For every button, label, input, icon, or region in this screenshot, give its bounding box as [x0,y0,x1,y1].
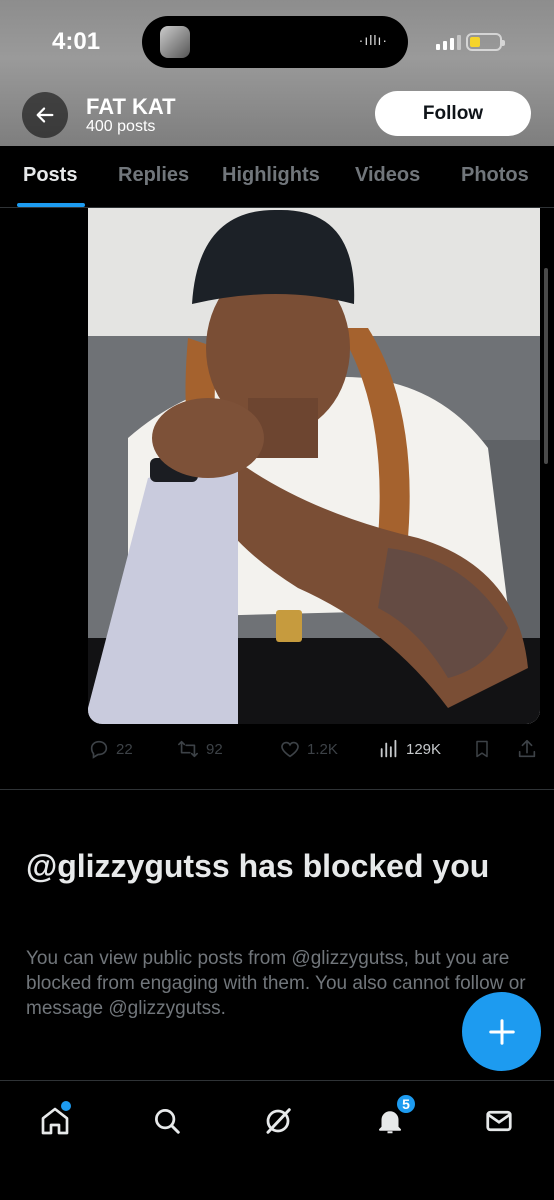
share-button[interactable] [516,738,538,760]
repost-button[interactable]: 92 [176,738,223,760]
back-button[interactable] [22,92,68,138]
tab-photos[interactable]: Photos [461,164,529,187]
divider [0,789,554,790]
reply-button[interactable]: 22 [88,738,133,760]
compose-button[interactable] [462,992,541,1071]
active-tab-indicator [17,203,85,207]
blocked-title: @glizzygutss has blocked you [26,848,490,884]
notifications-badge: 5 [395,1093,417,1115]
tab-highlights[interactable]: Highlights [222,164,320,187]
now-playing-thumbnail [160,26,190,58]
reply-icon [90,740,108,759]
scrollbar[interactable] [544,268,548,464]
home-notification-dot [61,1101,71,1111]
audio-wave-icon: ·ıllı· [358,32,388,48]
profile-tabs: Posts Replies Highlights Videos Photos [0,146,554,208]
blocked-message: You can view public posts from @glizzygu… [26,948,526,1019]
repost-count: 92 [206,740,223,758]
tab-videos[interactable]: Videos [355,164,420,187]
reply-count: 22 [116,740,133,758]
bookmark-icon [476,740,488,758]
share-icon [518,739,536,758]
plus-icon [488,1018,515,1045]
nav-messages[interactable] [479,1101,519,1141]
nav-home[interactable] [35,1101,75,1141]
bookmark-button[interactable] [472,738,492,760]
arrow-left-icon [36,107,54,123]
like-button[interactable]: 1.2K [279,738,338,760]
post-count: 400 posts [86,118,156,135]
status-time: 4:01 [52,28,101,55]
mail-icon [486,1110,512,1132]
nav-search[interactable] [147,1101,187,1141]
like-count: 1.2K [307,740,338,758]
profile-name: FAT KAT [86,94,176,119]
view-count: 129K [406,740,442,758]
tab-replies[interactable]: Replies [118,164,189,187]
cellular-signal-icon [436,34,461,50]
heart-icon [281,741,299,758]
views-icon [380,739,397,758]
nav-grok[interactable] [258,1101,298,1141]
post-image[interactable] [88,208,540,724]
battery-level [470,37,480,47]
views-button[interactable]: 129K [378,738,441,760]
follow-button[interactable]: Follow [375,91,531,136]
battery-icon [466,33,505,51]
repost-icon [178,740,198,758]
bottom-navigation: 5 [0,1080,554,1200]
dynamic-island: ·ıllı· [142,16,408,68]
post-actions: 22 92 1.2K 129K [88,734,540,764]
tab-posts[interactable]: Posts [23,164,77,187]
search-icon [155,1109,180,1134]
grok-icon [266,1108,291,1134]
